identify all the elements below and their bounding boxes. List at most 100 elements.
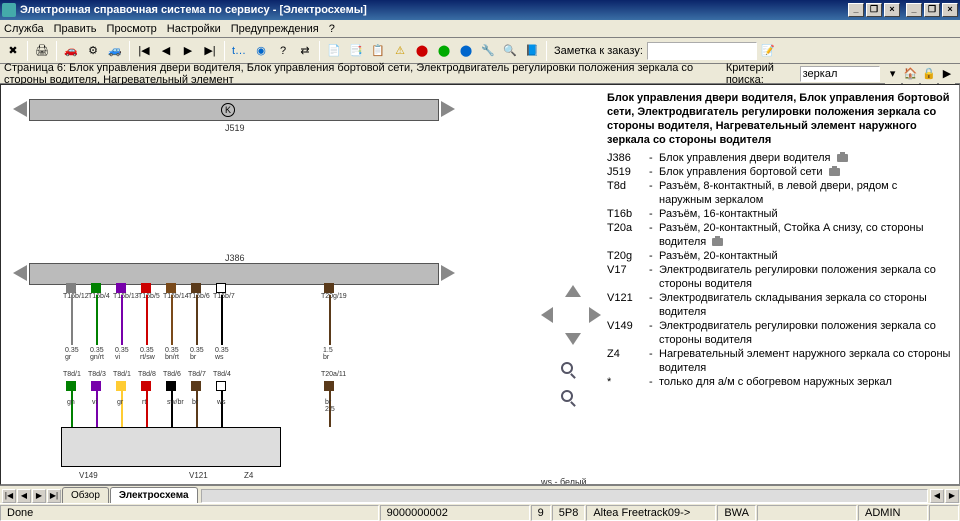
legend-desc: Разъём, 20-контактный — [659, 249, 951, 263]
lock-button[interactable]: 🔒 — [921, 64, 937, 84]
terminal — [216, 381, 226, 391]
wire-gauge: 1.5br — [323, 347, 333, 361]
search-dropdown-button[interactable]: ▾ — [885, 64, 901, 84]
wiring-diagram[interactable]: K J519 J386 T16b/120.35grT16b/40.35gn/rt… — [1, 85, 599, 484]
mdi-minimize-button[interactable]: _ — [906, 3, 922, 17]
zoom-out-button[interactable] — [556, 385, 578, 407]
mdi-close-button[interactable]: × — [942, 3, 958, 17]
doc3-button[interactable]: 📋 — [368, 41, 388, 61]
status-order: 9000000002 — [380, 505, 530, 521]
terminal-label: T20a/11 — [321, 371, 346, 378]
book-button[interactable]: 📘 — [522, 41, 542, 61]
tab-scroll-track[interactable] — [201, 489, 928, 503]
status-grip — [929, 505, 959, 521]
terminal — [116, 381, 126, 391]
prev-button[interactable]: ◀ — [156, 41, 176, 61]
doc1-button[interactable]: 📄 — [324, 41, 344, 61]
tab-schematic[interactable]: Электросхема — [110, 487, 198, 503]
wire-gauge: 0.35gn/rt — [90, 347, 104, 361]
green-button[interactable]: ⬤ — [434, 41, 454, 61]
tab-prev-button[interactable]: ◀ — [17, 489, 31, 503]
close-doc-button[interactable]: ✖ — [3, 41, 23, 61]
main-area: K J519 J386 T16b/120.35grT16b/40.35gn/rt… — [0, 84, 960, 485]
scroll-left-button[interactable]: ◀ — [930, 489, 944, 503]
legend-code: T20g — [607, 249, 649, 263]
flag-button[interactable]: ⬤ — [412, 41, 432, 61]
legend-code: V121 — [607, 291, 649, 319]
minimize-button[interactable]: _ — [848, 3, 864, 17]
car-button[interactable]: 🚗 — [61, 41, 81, 61]
terminal-label: T8d/3 — [88, 371, 106, 378]
home-button[interactable]: 🏠 — [903, 64, 919, 84]
wire-color: rt — [142, 399, 146, 406]
tab-last-button[interactable]: ▶| — [47, 489, 61, 503]
terminal-label: T8d/4 — [213, 371, 231, 378]
first-button[interactable]: |◀ — [134, 41, 154, 61]
gear-button[interactable]: ⚙ — [83, 41, 103, 61]
tab-next-button[interactable]: ▶ — [32, 489, 46, 503]
vehicle-button[interactable]: 🚙 — [105, 41, 125, 61]
help-button[interactable]: ? — [273, 41, 293, 61]
tool-button[interactable]: 🔧 — [478, 41, 498, 61]
wire-color: vi — [92, 399, 97, 406]
terminal — [324, 381, 334, 391]
zoom-in-button[interactable] — [556, 357, 578, 379]
ref-button[interactable]: ◉ — [251, 41, 271, 61]
search-button[interactable]: 🔍 — [500, 41, 520, 61]
wire — [121, 295, 123, 345]
swap-button[interactable]: ⇄ — [295, 41, 315, 61]
wire-gauge: 0.35vi — [115, 347, 129, 361]
terminal-label: T16b/6 — [188, 293, 210, 300]
pan-right-button[interactable] — [589, 307, 601, 323]
wire — [146, 295, 148, 345]
note-label: Заметка к заказу: — [554, 45, 643, 57]
terminal — [191, 381, 201, 391]
close-button[interactable]: × — [884, 3, 900, 17]
menu-pravit[interactable]: Править — [54, 23, 97, 35]
search-input[interactable] — [800, 66, 880, 82]
mdi-restore-button[interactable]: ❐ — [924, 3, 940, 17]
wire — [221, 391, 223, 427]
wire — [171, 391, 173, 427]
pan-down-button[interactable] — [565, 333, 581, 345]
terminal-label: T16b/7 — [213, 293, 235, 300]
restore-button[interactable]: ❐ — [866, 3, 882, 17]
bus-label-j519: J519 — [225, 123, 245, 133]
warn-button[interactable]: ⚠ — [390, 41, 410, 61]
link-button[interactable]: t… — [229, 41, 249, 61]
pan-up-button[interactable] — [565, 285, 581, 297]
doc2-button[interactable]: 📑 — [346, 41, 366, 61]
title-bar: Электронная справочная система по сервис… — [0, 0, 960, 20]
menu-nastroyki[interactable]: Настройки — [167, 23, 221, 35]
bus-label-j386: J386 — [225, 253, 245, 263]
note-go-button[interactable]: 📝 — [758, 41, 778, 61]
arrow-left2-icon — [13, 265, 27, 281]
menu-prosmotr[interactable]: Просмотр — [107, 23, 157, 35]
nav-next-button[interactable]: ▶ — [939, 64, 955, 84]
legend-row: J386-Блок управления двери водителя — [607, 151, 951, 165]
status-bar: Done 9000000002 9 5P8 Altea Freetrack09-… — [0, 503, 960, 521]
note-input[interactable] — [647, 42, 757, 60]
menu-warnings[interactable]: Предупреждения — [231, 23, 319, 35]
tab-first-button[interactable]: |◀ — [2, 489, 16, 503]
next-button[interactable]: ▶ — [178, 41, 198, 61]
print-button[interactable]: 🖨 — [32, 41, 52, 61]
pan-left-button[interactable] — [541, 307, 553, 323]
legend-title: Блок управления двери водителя, Блок упр… — [607, 91, 951, 147]
wire-color: sw/br — [167, 399, 184, 406]
terminal — [116, 283, 126, 293]
main-toolbar: ✖ 🖨 🚗 ⚙ 🚙 |◀ ◀ ▶ ▶| t… ◉ ? ⇄ 📄 📑 📋 ⚠ ⬤ ⬤… — [0, 38, 960, 64]
tab-strip: |◀ ◀ ▶ ▶| Обзор Электросхема ◀ ▶ — [0, 485, 960, 503]
scroll-right-button[interactable]: ▶ — [945, 489, 959, 503]
wire-gauge: 0.35rt/sw — [140, 347, 155, 361]
menu-help[interactable]: ? — [329, 23, 335, 35]
camera-icon — [837, 154, 848, 162]
tab-overview[interactable]: Обзор — [62, 487, 109, 503]
status-engine: BWA — [717, 505, 756, 521]
last-button[interactable]: ▶| — [200, 41, 220, 61]
search-label: Критерий поиска: — [726, 62, 796, 86]
app-icon — [2, 3, 16, 17]
legend-desc: Блок управления бортовой сети — [659, 165, 951, 179]
blue-button[interactable]: ⬤ — [456, 41, 476, 61]
menu-sluzhba[interactable]: Служба — [4, 23, 44, 35]
